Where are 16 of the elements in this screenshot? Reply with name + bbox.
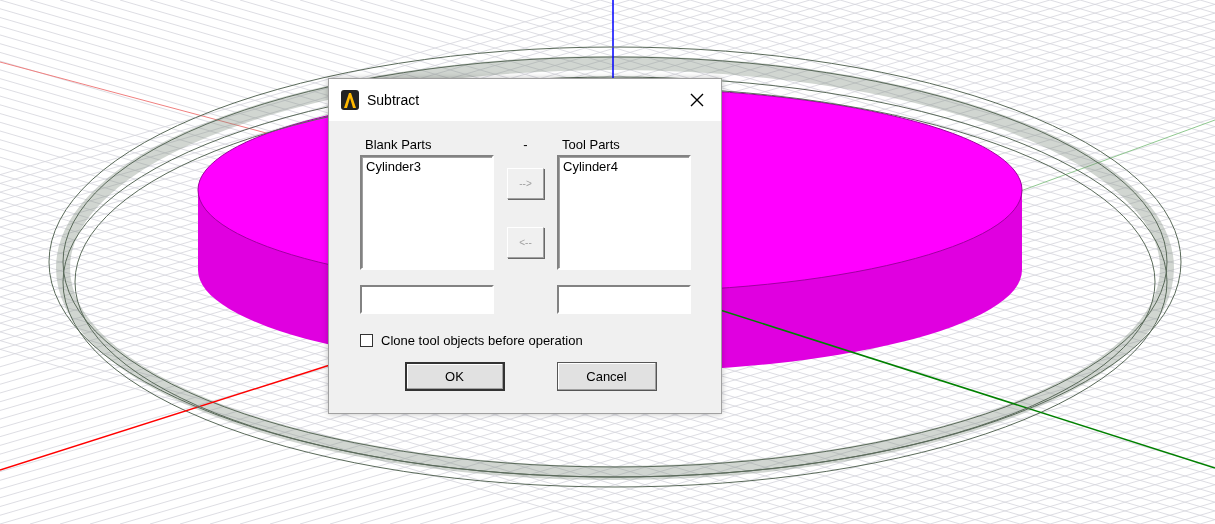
close-icon [689, 92, 705, 108]
section-label: Tool Parts [562, 136, 620, 154]
input-field[interactable] [360, 285, 494, 314]
ok-button[interactable]: OK [404, 362, 505, 391]
list-item[interactable]: Cylinder3 [365, 159, 422, 175]
parts-list[interactable]: Cylinder4 [557, 155, 691, 270]
checkbox-label: Clone tool objects before operation [381, 333, 583, 348]
section-label: Blank Parts [365, 136, 432, 154]
checkbox[interactable] [360, 334, 373, 347]
parts-list[interactable]: Cylinder3 [360, 155, 494, 270]
separator-label: - [523, 136, 528, 154]
input-field[interactable] [557, 285, 691, 314]
app-logo-icon [341, 90, 359, 110]
cancel-button[interactable]: Cancel [556, 362, 657, 391]
list-item[interactable]: Cylinder4 [562, 159, 619, 175]
dialog-title: Subtract [367, 92, 421, 108]
